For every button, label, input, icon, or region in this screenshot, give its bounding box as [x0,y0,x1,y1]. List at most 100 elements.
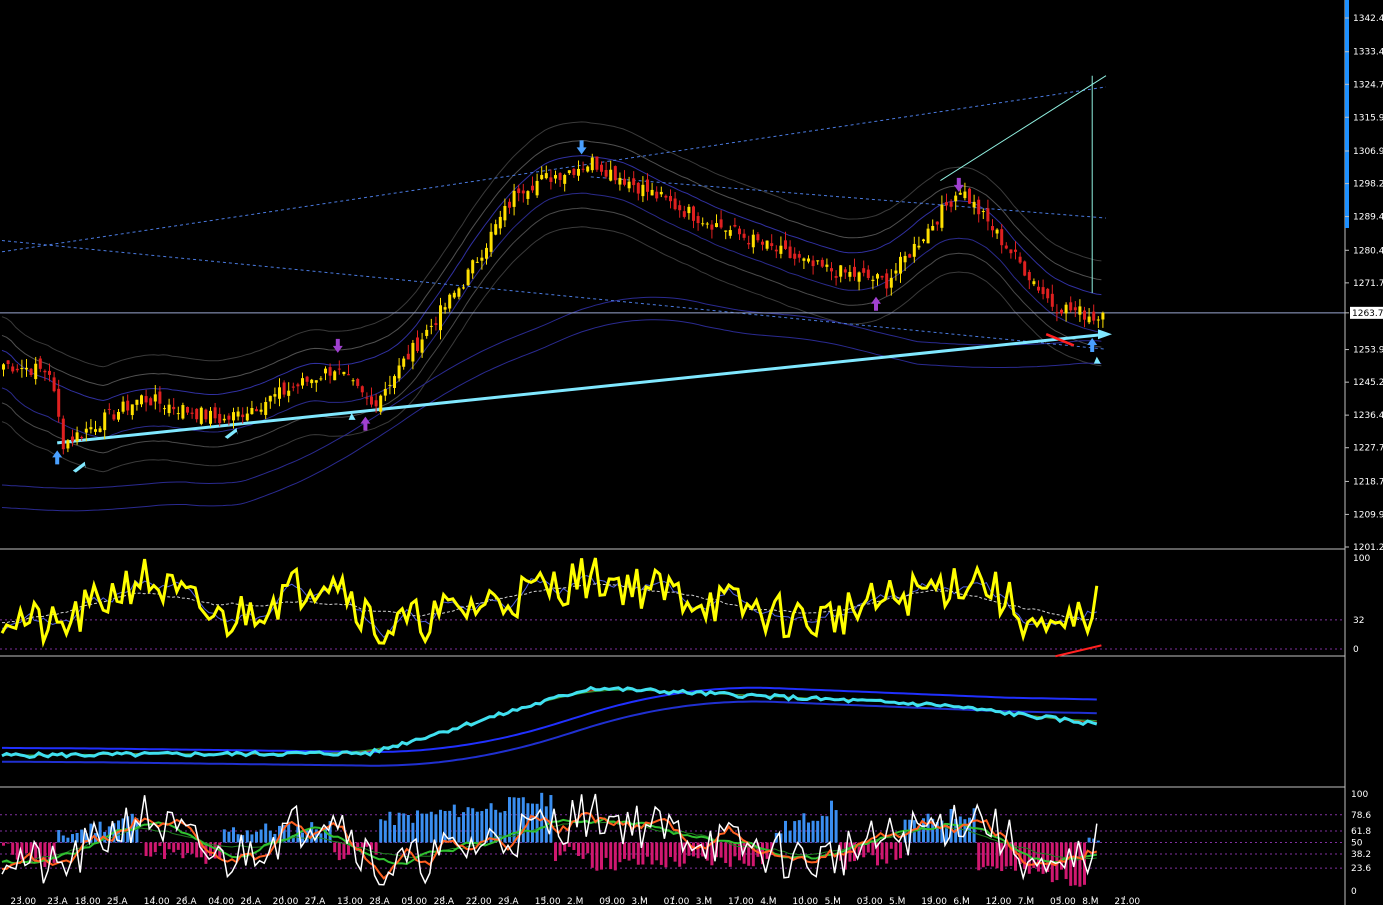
candle-body [1087,316,1091,323]
osc-histogram-bar [784,820,787,843]
candle-body [255,409,258,412]
osc-histogram-bar [172,842,176,853]
trading-chart[interactable]: 1342.4 1333.4 1324.7 1315.9 1306.9 1298.2 1289… [0,0,1383,905]
osc-histogram-bar [669,842,672,858]
candle-body [144,396,148,403]
candle-body [659,191,663,195]
candle-body [296,384,300,387]
candle-body [416,337,419,351]
osc-tick-label: 78.6 [1351,811,1371,821]
x-tick-label: 17.00 [728,897,754,905]
candle-body [232,412,235,421]
osc-histogram-bar [337,842,341,861]
osc-histogram-bar [581,842,585,859]
candle-body [117,411,120,420]
osc-histogram-bar [889,842,893,849]
candle-body [503,205,507,221]
candle-body [1032,281,1036,285]
candle-body [784,240,787,249]
candle-body [241,414,245,418]
osc-histogram-bar [1037,842,1040,872]
osc-histogram-bar [577,842,580,857]
osc-histogram-bar [61,835,65,843]
candle-body [236,411,240,417]
osc-histogram-bar [1004,842,1008,867]
x-tick-label: 09.00 [599,897,625,905]
candle-body [66,440,70,449]
candle-body [770,243,774,247]
osc-tick-label: 38.2 [1351,850,1371,860]
osc-histogram-bar [167,842,171,850]
x-tick-label: 3.M [696,897,712,905]
osc-histogram-bar [1087,837,1091,843]
y-tick-label: 1218.7 [1353,477,1383,487]
candle-body [6,360,10,365]
candle-body [457,288,461,297]
candle-body [1041,287,1045,295]
x-tick-label: 20.00 [273,897,299,905]
candle-body [314,380,318,383]
candle-body [715,223,718,228]
candle-body [420,339,424,353]
candle-body [1023,261,1027,276]
candle-body [508,201,511,208]
candle-body [1083,310,1086,320]
osc-histogram-bar [255,831,258,843]
osc-histogram-bar [977,842,981,871]
osc-histogram-bar [397,812,401,843]
candle-body [328,367,332,376]
candle-body [843,269,847,273]
candle-body [531,185,534,191]
osc-histogram-bar [153,842,157,853]
candle-body [199,407,203,424]
x-tick-label: 03.00 [857,897,883,905]
candle-body [1018,256,1022,263]
stoch-tick-label: 0 [1353,645,1359,655]
candle-body [834,276,838,278]
osc-histogram-bar [724,842,728,864]
osc-histogram-bar [554,842,557,862]
candle-body [581,168,585,170]
candle-body [1064,304,1068,314]
osc-histogram-bar [462,812,465,843]
candle-body [949,201,953,207]
candle-body [623,178,626,185]
candle-body [126,400,130,411]
osc-histogram-bar [2,842,5,846]
osc-histogram-bar [995,842,999,869]
candle-body [577,168,580,176]
osc-histogram-bar [144,842,148,857]
osc-histogram-bar [825,816,829,843]
candle-body [250,408,254,415]
osc-histogram-bar [457,817,461,843]
candle-body [204,409,208,420]
candle-body [862,268,866,273]
candle-body [98,428,102,433]
candle-body [1004,245,1008,249]
osc-histogram-bar [632,842,636,859]
x-tick-label: 12.00 [986,897,1012,905]
candle-body [1069,302,1073,311]
candle-body [167,404,171,414]
candle-body [107,408,111,410]
candle-body [471,260,475,274]
x-tick-label: 05.00 [401,897,427,905]
osc-histogram-bar [811,820,815,843]
candle-body [793,253,797,259]
candle-body [995,229,999,234]
candle-body [609,169,613,181]
candle-body [1046,288,1050,299]
osc-histogram-bar [627,842,631,861]
x-tick-label: 14.00 [144,897,170,905]
candle-body [728,230,732,236]
osc-histogram-bar [466,807,470,843]
y-tick-label: 1324.7 [1353,80,1383,90]
candle-body [586,166,590,172]
candle-body [195,408,199,420]
candle-body [595,156,599,170]
candle-body [383,388,387,396]
osc-histogram-bar [374,842,378,855]
candle-body [1078,306,1082,315]
candle-body [411,342,415,362]
osc-histogram-bar [236,834,240,843]
